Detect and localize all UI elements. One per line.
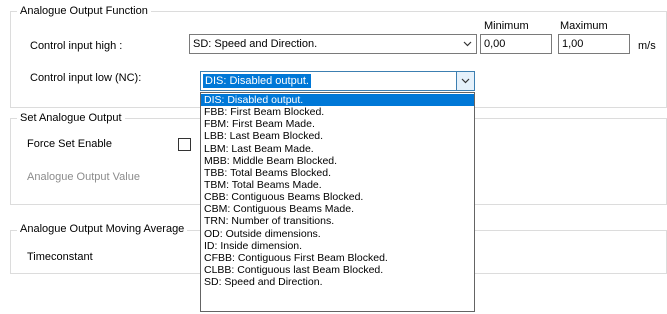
dropdown-option[interactable]: CBM: Contiguous Beams Made. (201, 203, 474, 215)
analogue-output-function-legend: Analogue Output Function (17, 5, 151, 17)
dropdown-option[interactable]: ID: Inside dimension. (201, 240, 474, 252)
maximum-input[interactable]: 1,00 (558, 34, 630, 54)
analogue-output-value-label: Analogue Output Value (27, 171, 140, 183)
control-input-low-select[interactable]: DIS: Disabled output. (200, 71, 475, 91)
maximum-value: 1,00 (562, 38, 584, 50)
dropdown-option[interactable]: TBB: Total Beams Blocked. (201, 167, 474, 179)
timeconstant-label: Timeconstant (27, 251, 93, 263)
dropdown-option[interactable]: CBB: Contiguous Beams Blocked. (201, 191, 474, 203)
maximum-header: Maximum (560, 20, 608, 32)
minimum-input[interactable]: 0,00 (480, 34, 552, 54)
control-input-low-dropdown-list[interactable]: DIS: Disabled output. FBB: First Beam Bl… (200, 92, 475, 312)
chevron-down-icon[interactable] (456, 72, 474, 90)
force-set-enable-checkbox[interactable] (178, 138, 191, 151)
control-input-high-label: Control input high : (30, 40, 123, 52)
unit-label: m/s (638, 40, 656, 52)
control-input-high-value: SD: Speed and Direction. (193, 38, 318, 50)
dropdown-option[interactable]: LBM: Last Beam Made. (201, 143, 474, 155)
dropdown-option[interactable]: CFBB: Contiguous First Beam Blocked. (201, 252, 474, 264)
dropdown-option[interactable]: OD: Outside dimensions. (201, 228, 474, 240)
set-analogue-output-legend: Set Analogue Output (17, 112, 125, 124)
dropdown-option[interactable]: MBB: Middle Beam Blocked. (201, 155, 474, 167)
control-input-low-label: Control input low (NC): (30, 72, 142, 84)
dropdown-option[interactable]: FBB: First Beam Blocked. (201, 106, 474, 118)
moving-average-legend: Analogue Output Moving Average (17, 223, 188, 235)
control-input-low-value: DIS: Disabled output. (203, 74, 311, 88)
minimum-header: Minimum (484, 20, 529, 32)
dropdown-option[interactable]: LBB: Last Beam Blocked. (201, 130, 474, 142)
chevron-down-icon[interactable] (459, 35, 476, 53)
dropdown-option[interactable]: FBM: First Beam Made. (201, 118, 474, 130)
force-set-enable-label: Force Set Enable (27, 138, 112, 150)
minimum-value: 0,00 (484, 38, 506, 50)
control-input-high-select[interactable]: SD: Speed and Direction. (189, 34, 477, 54)
dropdown-option[interactable]: DIS: Disabled output. (201, 94, 474, 107)
dropdown-option[interactable]: SD: Speed and Direction. (201, 276, 474, 288)
dropdown-option[interactable]: TRN: Number of transitions. (201, 215, 474, 227)
dropdown-option[interactable]: TBM: Total Beams Made. (201, 179, 474, 191)
dropdown-option[interactable]: CLBB: Contiguous last Beam Blocked. (201, 264, 474, 276)
